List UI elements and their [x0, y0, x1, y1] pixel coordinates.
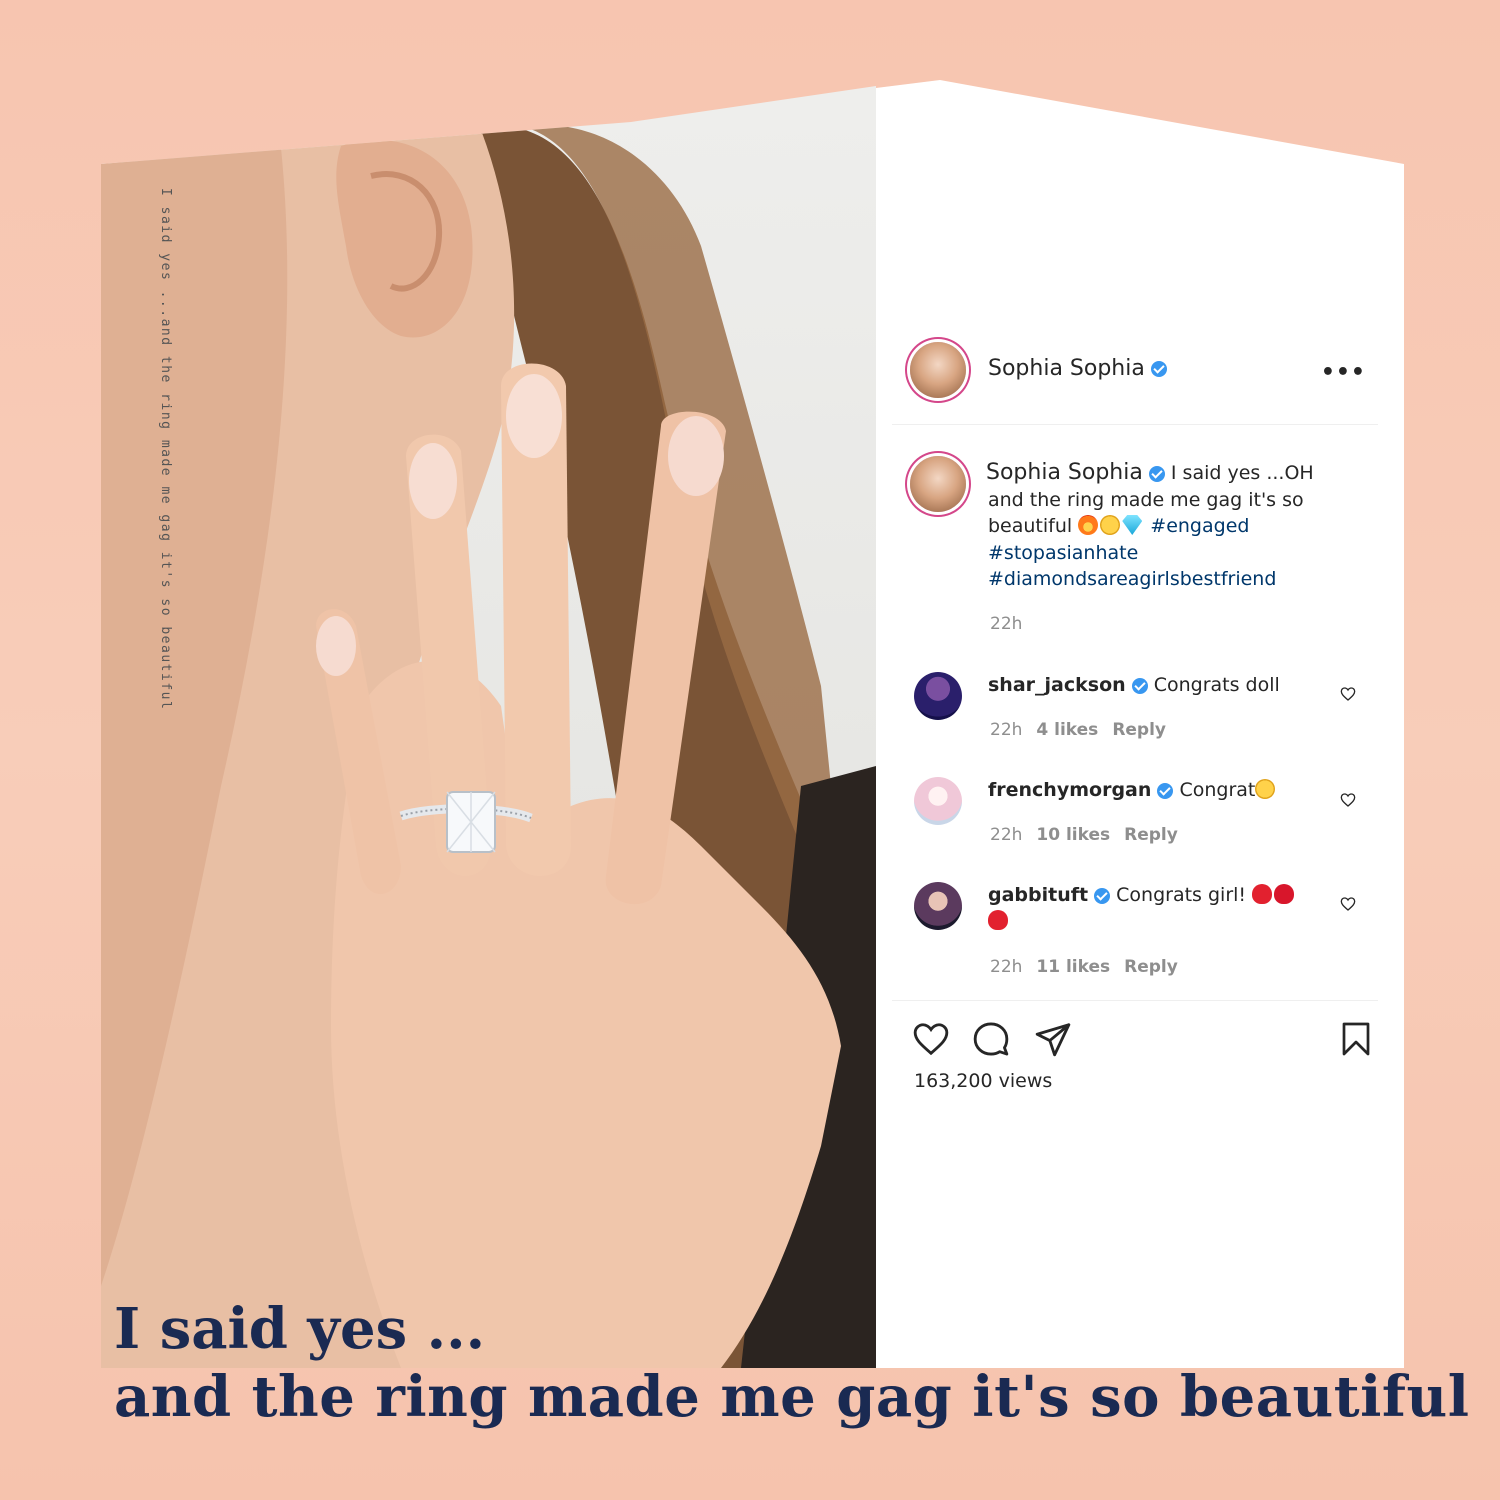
- red-heart-emoji: [1252, 884, 1273, 904]
- comment-time: 22h: [990, 720, 1023, 740]
- comment-meta: 22h 11 likes Reply: [990, 957, 1192, 977]
- caption-avatar[interactable]: [910, 456, 966, 512]
- comment-avatar[interactable]: [914, 777, 962, 825]
- instagram-post-panel: Sophia Sophia ••• Sophia Sophia I said y…: [876, 80, 1404, 1368]
- post-caption: Sophia Sophia I said yes ...OH and the r…: [986, 460, 1328, 593]
- red-heart-emoji: [1274, 884, 1295, 904]
- headline-line-2: and the ring made me gag it's so beautif…: [114, 1364, 1470, 1430]
- comment-item: frenchymorgan Congrat: [988, 777, 1318, 803]
- bookmark-icon[interactable]: [1338, 1020, 1374, 1058]
- verified-badge-icon: [1094, 887, 1111, 904]
- heart-icon[interactable]: [912, 1020, 950, 1058]
- comment-avatar[interactable]: [914, 882, 962, 930]
- caption-timestamp: 22h: [990, 614, 1023, 634]
- caption-author[interactable]: Sophia Sophia: [986, 460, 1143, 485]
- comment-username[interactable]: gabbituft: [988, 884, 1088, 906]
- more-options-icon[interactable]: •••: [1321, 360, 1366, 385]
- share-icon[interactable]: [1034, 1020, 1072, 1058]
- like-comment-heart-icon[interactable]: [1340, 896, 1356, 912]
- reply-button[interactable]: Reply: [1124, 957, 1178, 977]
- view-count: 163,200 views: [914, 1070, 1053, 1092]
- headline-line-1: I said yes ...: [114, 1296, 486, 1362]
- comment-icon[interactable]: [972, 1020, 1010, 1058]
- hashtag-stopasianhate[interactable]: #stopasianhate: [988, 542, 1138, 564]
- author-avatar[interactable]: [910, 342, 966, 398]
- heart-eyes-emoji: [1255, 779, 1276, 799]
- header-divider: [892, 424, 1378, 425]
- comment-likes[interactable]: 11 likes: [1036, 957, 1110, 977]
- vertical-caption: I said yes ...and the ring made me gag i…: [158, 188, 173, 711]
- post-author[interactable]: Sophia Sophia: [988, 356, 1167, 381]
- hashtag-diamonds[interactable]: #diamondsareagirlsbestfriend: [988, 568, 1276, 590]
- comment-item: gabbituft Congrats girl!: [988, 882, 1318, 934]
- post-photo[interactable]: [101, 86, 876, 1368]
- comment-username[interactable]: shar_jackson: [988, 674, 1126, 696]
- comment-meta: 22h 10 likes Reply: [990, 825, 1192, 845]
- comment-text: Congrats girl!: [1116, 884, 1247, 906]
- comment-username[interactable]: frenchymorgan: [988, 779, 1151, 801]
- comment-text: Congrat: [1179, 779, 1256, 801]
- verified-badge-icon: [1157, 782, 1174, 799]
- comment-item: shar_jackson Congrats doll: [988, 672, 1318, 698]
- reply-button[interactable]: Reply: [1112, 720, 1166, 740]
- comment-time: 22h: [990, 957, 1023, 977]
- diamond-emoji: [1122, 515, 1143, 535]
- verified-badge-icon: [1148, 465, 1165, 482]
- post-author-name[interactable]: Sophia Sophia: [988, 356, 1145, 381]
- heart-eyes-emoji: [1100, 515, 1121, 535]
- comment-avatar[interactable]: [914, 672, 962, 720]
- fire-emoji: [1078, 515, 1099, 535]
- verified-badge-icon: [1131, 677, 1148, 694]
- actions-divider: [892, 1000, 1378, 1001]
- comment-likes[interactable]: 10 likes: [1036, 825, 1110, 845]
- hashtag-engaged[interactable]: #engaged: [1150, 515, 1249, 537]
- like-comment-heart-icon[interactable]: [1340, 686, 1356, 702]
- comment-text: Congrats doll: [1153, 674, 1280, 696]
- reply-button[interactable]: Reply: [1124, 825, 1178, 845]
- comment-likes[interactable]: 4 likes: [1036, 720, 1098, 740]
- red-heart-emoji: [988, 910, 1008, 930]
- hand-with-ring-image: [101, 124, 876, 1368]
- comment-time: 22h: [990, 825, 1023, 845]
- verified-badge-icon: [1150, 361, 1167, 377]
- comment-meta: 22h 4 likes Reply: [990, 720, 1180, 740]
- like-comment-heart-icon[interactable]: [1340, 792, 1356, 808]
